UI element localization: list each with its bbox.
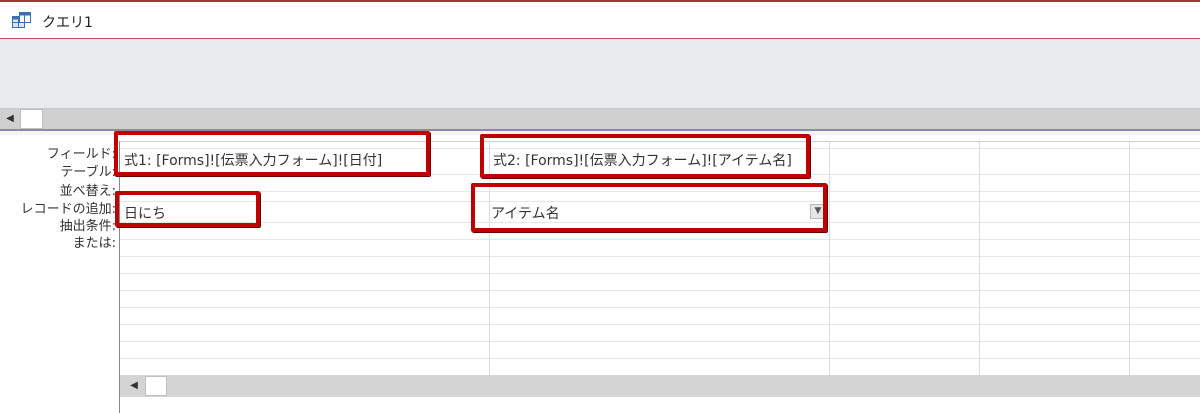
query-icon xyxy=(12,12,31,28)
scroll-thumb[interactable] xyxy=(145,376,167,396)
upper-horizontal-scrollbar[interactable]: ◀ xyxy=(0,108,1200,129)
highlight-column-1-field xyxy=(114,131,430,176)
row-label-criteria: 抽出条件: xyxy=(59,219,116,234)
scroll-left-arrow-icon[interactable]: ◀ xyxy=(124,376,144,396)
scroll-left-arrow-icon[interactable]: ◀ xyxy=(0,109,20,129)
row-label-sort: 並べ替え: xyxy=(59,184,116,199)
lower-horizontal-scrollbar[interactable]: ◀ xyxy=(119,375,1200,397)
table-design-pane[interactable] xyxy=(0,39,1200,108)
scroll-thumb[interactable] xyxy=(20,109,43,129)
row-label-or: または: xyxy=(72,236,116,251)
row-label-table: テーブル: xyxy=(60,165,116,180)
row-label-field: フィールド: xyxy=(46,147,116,162)
highlight-column-2-append-to xyxy=(471,183,827,232)
highlight-column-1-append-to xyxy=(115,191,260,227)
window-title: クエリ1 xyxy=(42,15,93,31)
grid-bottom-border xyxy=(119,397,120,413)
row-label-append-to: レコードの追加: xyxy=(20,202,116,217)
title-bar: クエリ1 xyxy=(0,0,1200,39)
highlight-column-2-field xyxy=(480,134,810,178)
